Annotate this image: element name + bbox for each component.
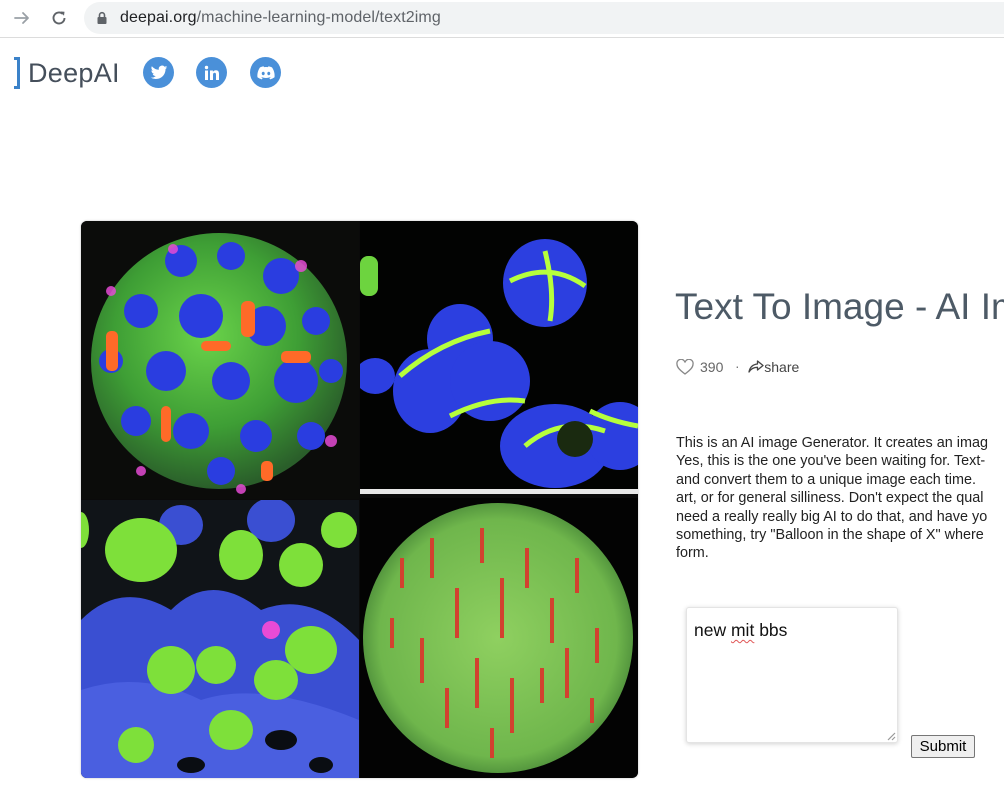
page-title: Text To Image - AI Im [675,286,1004,327]
twitter-icon [150,65,167,79]
like-button[interactable]: 390 [676,359,723,375]
url-path: /machine-learning-model/text2img [196,9,441,26]
logo-bracket [14,57,20,89]
submit-button[interactable]: Submit [911,735,975,758]
share-label: share [764,359,800,375]
image-tile-1 [81,221,359,499]
prompt-word: new [694,620,727,640]
linkedin-icon [204,65,219,80]
url-host: deepai.org [120,9,197,26]
description: This is an AI image Generator. It create… [676,434,1004,563]
image-tile-4 [360,498,638,778]
forward-button[interactable] [10,6,34,30]
discord-link[interactable] [250,57,281,88]
prompt-textarea[interactable]: new mit bbs [686,607,898,743]
reload-icon [52,11,66,25]
description-line: This is an AI image Generator. It create… [676,435,988,451]
logo-text: DeepAI [28,57,120,88]
reload-button[interactable] [47,6,71,30]
share-button[interactable]: share [748,359,799,375]
meta-separator: . [735,355,740,371]
deepai-logo[interactable]: DeepAI [14,54,120,92]
prompt-text: new mit bbs [694,620,787,641]
heart-icon [676,359,694,375]
twitter-link[interactable] [143,57,174,88]
prompt-word-misspelled: mit [730,620,755,640]
address-bar[interactable]: deepai.org/machine-learning-model/text2i… [84,2,1004,34]
linkedin-link[interactable] [196,57,227,88]
description-line: form. [676,545,709,562]
description-line: Yes, this is the one you've been waiting… [676,453,986,470]
description-line: and convert them to a unique image each … [676,471,976,488]
url-text: deepai.org/machine-learning-model/text2i… [120,9,441,27]
generated-image [81,221,638,778]
description-line: need a really really big AI to do that, … [676,508,988,525]
post-meta: 390 . share [676,355,799,377]
browser-toolbar: deepai.org/machine-learning-model/text2i… [0,0,1004,38]
like-count: 390 [700,359,724,375]
arrow-right-icon [14,12,29,24]
image-tile-2 [360,221,638,494]
description-line: something, try "Balloon in the shape of … [676,527,984,544]
description-line: art, or for general silliness. Don't exp… [676,490,984,507]
prompt-word: bbs [759,620,788,640]
image-tile-3 [81,500,359,778]
share-icon [748,360,764,373]
resize-handle-icon[interactable] [886,731,896,741]
lock-icon [97,11,107,24]
discord-icon [256,65,275,79]
